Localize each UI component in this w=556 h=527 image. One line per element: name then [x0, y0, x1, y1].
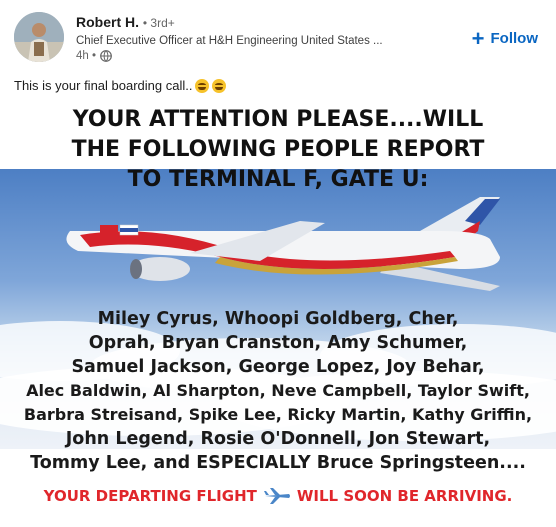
names-line-5: Barbra Streisand, Spike Lee, Ricky Marti… [23, 405, 533, 424]
post-text: This is your final boarding call.. [14, 78, 193, 93]
author-headline: Chief Executive Officer at H&H Engineeri… [76, 35, 383, 47]
names-line-1: Miley Cyrus, Whoopi Goldberg, Cher, [97, 309, 459, 329]
plus-icon: + [471, 25, 485, 51]
meme-title-line-1: YOUR ATTENTION PLEASE....WILL [72, 107, 484, 132]
author-name[interactable]: Robert H. [76, 14, 139, 30]
post-meta: 4h • [76, 50, 112, 62]
names-line-7: Tommy Lee, and ESPECIALLY Bruce Springst… [30, 453, 526, 473]
follow-label: Follow [490, 30, 539, 47]
meme-title-line-3: TO TERMINAL F, GATE U: [127, 167, 429, 192]
author-name-row[interactable]: Robert H. • 3rd+ [76, 14, 175, 30]
names-line-4: Alec Baldwin, Al Sharpton, Neve Campbell… [26, 381, 530, 400]
connection-degree: • 3rd+ [142, 16, 175, 30]
bottom-text-left: YOUR DEPARTING FLIGHT [43, 487, 257, 505]
meme-bottom-line: YOUR DEPARTING FLIGHT WILL SOON BE ARRIV… [0, 487, 556, 505]
names-line-3: Samuel Jackson, George Lopez, Joy Behar, [71, 357, 485, 377]
airplane-image [66, 197, 500, 291]
meme-title-line-2: THE FOLLOWING PEOPLE REPORT [71, 137, 485, 162]
laughing-emoji-icon [195, 78, 210, 93]
post-text-row: This is your final boarding call.. [14, 78, 227, 93]
names-line-6: John Legend, Rosie O'Donnell, Jon Stewar… [65, 429, 491, 449]
post-header: Robert H. • 3rd+ Chief Executive Officer… [0, 0, 556, 72]
post-time: 4h • [76, 50, 97, 62]
globe-icon [100, 50, 112, 62]
meme-image[interactable]: YOUR ATTENTION PLEASE....WILL THE FOLLOW… [0, 101, 556, 527]
bottom-text-right: WILL SOON BE ARRIVING. [296, 487, 513, 505]
airplane-icon [263, 488, 290, 504]
avatar-image [14, 12, 64, 62]
follow-button[interactable]: + Follow [471, 25, 539, 51]
names-line-2: Oprah, Bryan Cranston, Amy Schumer, [88, 333, 468, 353]
laughing-emoji-icon [212, 78, 227, 93]
avatar[interactable] [14, 12, 64, 62]
